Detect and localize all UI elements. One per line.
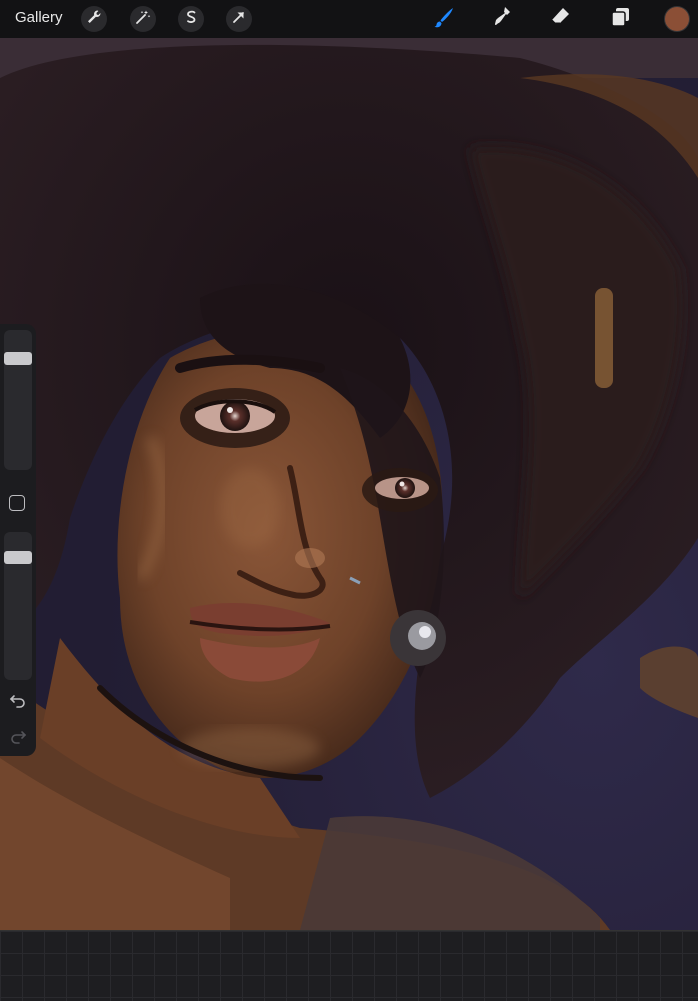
painting-artwork	[0, 38, 698, 930]
smudge-icon	[490, 5, 514, 34]
brush-size-thumb[interactable]	[4, 351, 32, 365]
adjustments-button[interactable]	[130, 6, 156, 32]
eraser-icon	[548, 5, 572, 34]
layers-button[interactable]	[606, 5, 634, 33]
opacity-slider[interactable]	[4, 532, 32, 680]
brush-icon	[432, 5, 456, 34]
smudge-tool-button[interactable]	[488, 5, 516, 33]
redo-arrow-icon	[8, 731, 28, 750]
gallery-button[interactable]: Gallery	[15, 9, 63, 26]
redo-button[interactable]	[8, 726, 28, 746]
top-toolbar: Gallery	[0, 0, 698, 38]
drawing-canvas[interactable]	[0, 38, 698, 930]
modify-square-button[interactable]	[9, 495, 25, 511]
selection-s-icon	[183, 9, 199, 30]
opacity-thumb[interactable]	[4, 551, 32, 565]
eraser-tool-button[interactable]	[546, 5, 574, 33]
magic-wand-icon	[135, 9, 151, 30]
brush-size-slider[interactable]	[4, 330, 32, 470]
canvas-margin-grid	[0, 930, 698, 1001]
layers-icon	[608, 5, 632, 34]
arrow-cursor-icon	[231, 9, 247, 30]
actions-button[interactable]	[81, 6, 107, 32]
undo-button[interactable]	[8, 690, 28, 710]
brush-tool-button[interactable]	[430, 5, 458, 33]
transform-button[interactable]	[226, 6, 252, 32]
selection-button[interactable]	[178, 6, 204, 32]
wrench-icon	[86, 9, 102, 30]
undo-arrow-icon	[8, 695, 28, 714]
color-picker-button[interactable]	[665, 7, 689, 31]
sidebar	[0, 324, 36, 756]
